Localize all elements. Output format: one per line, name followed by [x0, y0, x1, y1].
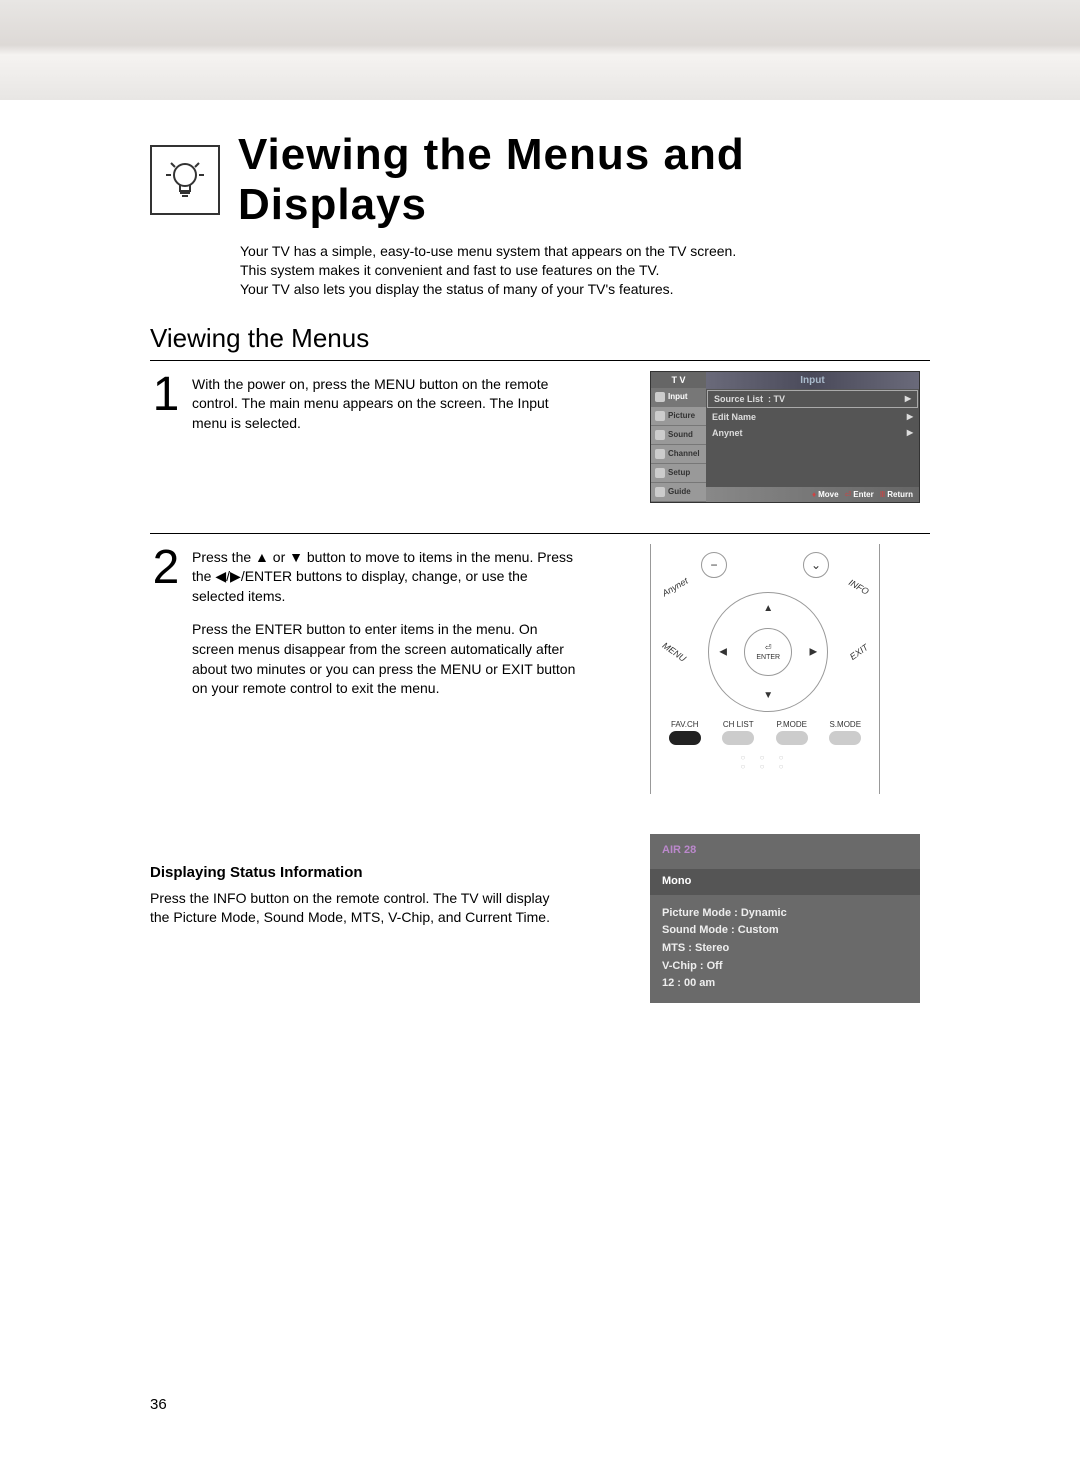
sub-heading: Displaying Status Information [150, 864, 580, 881]
section-heading: Viewing the Menus [150, 323, 930, 354]
divider [150, 533, 930, 534]
osd-tab-channel[interactable]: Channel [651, 445, 706, 464]
arrow-down-icon[interactable]: ▼ [763, 690, 773, 701]
remote-favch[interactable]: FAV.CH [661, 720, 709, 745]
intro-text: Your TV has a simple, easy-to-use menu s… [240, 242, 820, 299]
chevron-right-icon: ▶ [907, 428, 913, 437]
osd-row-anynet[interactable]: Anynet▶ [706, 425, 919, 441]
osd-row-source[interactable]: Source List : TV▶ [707, 390, 918, 408]
remote-dpad[interactable]: ▲ ▼ ◀ ▶ ⏎ENTER [708, 592, 828, 712]
page-number: 36 [150, 1396, 167, 1413]
osd-row-editname[interactable]: Edit Name▶ [706, 409, 919, 425]
arrow-left-icon[interactable]: ◀ [719, 646, 727, 657]
osd-tv-label: T V [651, 372, 706, 388]
page-title: Viewing the Menus and Displays [238, 130, 930, 230]
status-line: 12 : 00 am [662, 975, 908, 993]
status-audio: Mono [650, 869, 920, 895]
remote-pmode[interactable]: P.MODE [768, 720, 816, 745]
status-line: V-Chip : Off [662, 958, 908, 976]
bulb-icon [150, 145, 220, 215]
intro-line: Your TV also lets you display the status… [240, 280, 820, 299]
chevron-right-icon: ▶ [905, 394, 911, 403]
remote-button[interactable]: − [701, 552, 727, 578]
header-band [0, 0, 1080, 100]
remote-exit-label: EXIT [848, 642, 870, 662]
step-number: 2 [150, 544, 182, 713]
remote-button[interactable]: ⌄ [803, 552, 829, 578]
osd-title: Input [706, 372, 919, 389]
remote-dots: ○ ○ ○○ ○ ○ [661, 753, 869, 771]
intro-line: Your TV has a simple, easy-to-use menu s… [240, 242, 820, 261]
status-channel: AIR 28 [650, 834, 920, 864]
osd-tab-guide[interactable]: Guide [651, 483, 706, 502]
osd-tab-input[interactable]: Input [651, 388, 706, 407]
arrow-right-icon[interactable]: ▶ [810, 646, 818, 657]
divider [150, 360, 930, 361]
status-line: Sound Mode : Custom [662, 922, 908, 940]
remote-enter-button[interactable]: ⏎ENTER [744, 628, 792, 676]
step-text: Press the ENTER button to enter items in… [192, 620, 580, 698]
remote-chlist[interactable]: CH LIST [715, 720, 763, 745]
osd-tab-picture[interactable]: Picture [651, 407, 706, 426]
osd-tab-setup[interactable]: Setup [651, 464, 706, 483]
status-osd: AIR 28 Mono Picture Mode : Dynamic Sound… [650, 834, 920, 1003]
step-text: Press the ▲ or ▼ button to move to items… [192, 548, 580, 607]
chevron-right-icon: ▶ [907, 412, 913, 421]
remote-control: − ⌄ Anynet INFO MENU ▲ ▼ ◀ ▶ [650, 544, 880, 794]
remote-smode[interactable]: S.MODE [822, 720, 870, 745]
intro-line: This system makes it convenient and fast… [240, 261, 820, 280]
osd-footer: ♦ Move ⏎ Enter Ⅲ Return [706, 487, 919, 502]
step-number: 1 [150, 371, 182, 448]
status-line: Picture Mode : Dynamic [662, 905, 908, 923]
status-line: MTS : Stereo [662, 940, 908, 958]
step-text: With the power on, press the MENU button… [192, 375, 580, 434]
osd-menu: T V Input Picture Sound Channel Setup Gu… [650, 371, 920, 503]
osd-tab-sound[interactable]: Sound [651, 426, 706, 445]
arrow-up-icon[interactable]: ▲ [763, 603, 773, 614]
remote-menu-label: MENU [661, 640, 688, 663]
status-text: Press the INFO button on the remote cont… [150, 889, 570, 928]
